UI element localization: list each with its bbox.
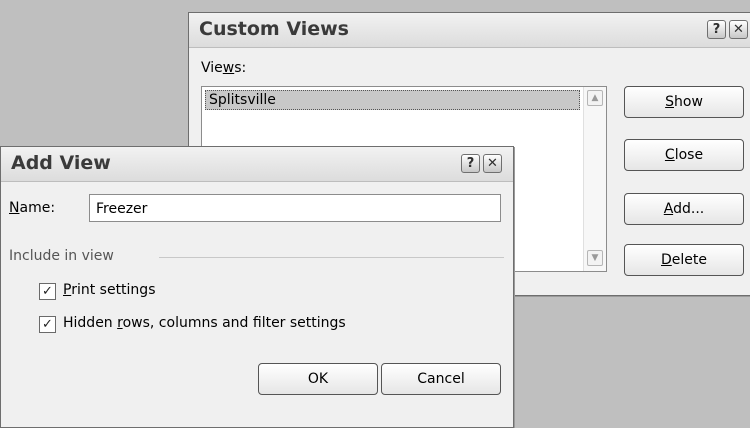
help-icon[interactable]: ? (707, 20, 726, 39)
custom-views-title: Custom Views (199, 18, 349, 40)
include-in-view-label: Include in view (9, 248, 114, 264)
close-icon[interactable]: ✕ (729, 20, 748, 39)
views-label: Views: (201, 60, 247, 76)
hidden-rows-label[interactable]: Hidden rows, columns and filter settings (63, 315, 346, 331)
views-scrollbar[interactable]: ▲ ▼ (583, 87, 606, 271)
ok-button[interactable]: OK (258, 363, 378, 395)
close-button[interactable]: Close (624, 139, 744, 171)
scroll-down-icon[interactable]: ▼ (587, 250, 603, 266)
custom-views-titlebar[interactable]: Custom Views ? ✕ (189, 13, 750, 48)
hidden-rows-checkbox[interactable]: ✓ (39, 316, 56, 333)
add-view-titlebar[interactable]: Add View ? ✕ (1, 147, 513, 182)
add-button[interactable]: Add... (624, 193, 744, 225)
name-field[interactable]: Freezer (89, 194, 501, 222)
add-view-title: Add View (11, 152, 111, 174)
help-icon[interactable]: ? (461, 154, 480, 173)
list-item[interactable]: Splitsville (205, 90, 580, 110)
print-settings-label[interactable]: Print settings (63, 282, 156, 298)
print-settings-checkbox[interactable]: ✓ (39, 283, 56, 300)
group-divider (159, 257, 504, 258)
scroll-up-icon[interactable]: ▲ (587, 90, 603, 106)
close-icon[interactable]: ✕ (483, 154, 502, 173)
add-view-dialog: Add View ? ✕ Name: Freezer Include in vi… (0, 146, 514, 428)
show-button[interactable]: Show (624, 86, 744, 118)
name-label: Name: (9, 200, 56, 216)
delete-button[interactable]: Delete (624, 244, 744, 276)
cancel-button[interactable]: Cancel (381, 363, 501, 395)
